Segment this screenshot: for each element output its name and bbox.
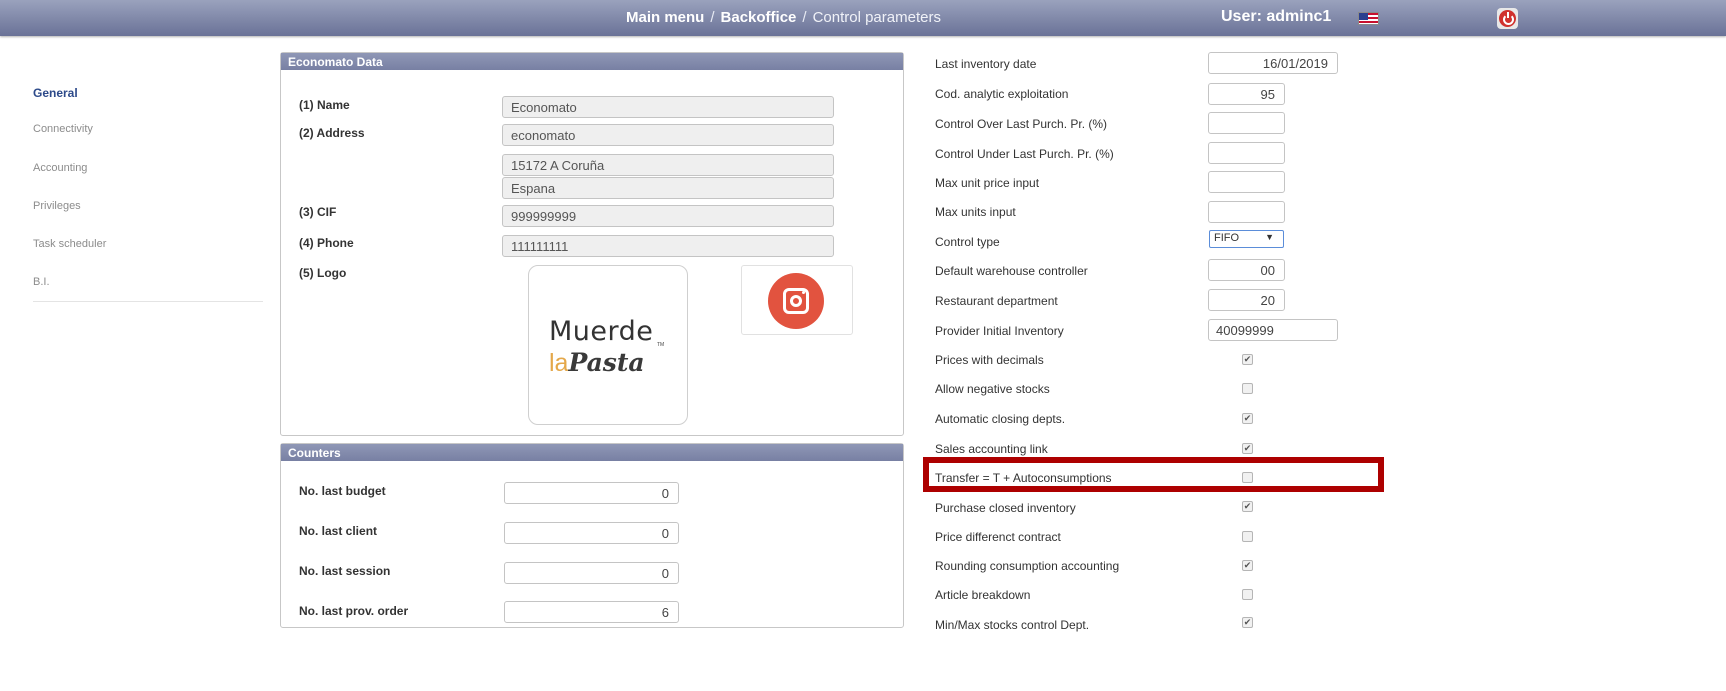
restaurant-department-label: Restaurant department <box>935 294 1058 308</box>
counter-label: No. last prov. order <box>299 604 409 618</box>
economato-panel: Economato Data (1) Name Economato (2) Ad… <box>280 52 904 436</box>
counter-label: No. last session <box>299 564 391 578</box>
automatic-closing-depts-checkbox[interactable]: ✔ <box>1242 413 1253 424</box>
counter-last-client[interactable]: 0 <box>504 522 679 544</box>
economato-panel-title: Economato Data <box>281 53 903 70</box>
control-type-label: Control type <box>935 235 1000 249</box>
logo-text-pasta: Pasta <box>568 348 645 377</box>
control-over-label: Control Over Last Purch. Pr. (%) <box>935 117 1108 131</box>
purchase-closed-inventory-checkbox[interactable]: ✔ <box>1242 501 1253 512</box>
check-label: Min/Max stocks control Dept. <box>935 618 1090 632</box>
counter-last-prov-order[interactable]: 6 <box>504 601 679 623</box>
control-under-input[interactable] <box>1208 142 1285 164</box>
phone-field[interactable]: 111111111 <box>502 235 834 257</box>
user-label: User: adminc1 <box>1221 8 1332 25</box>
provider-initial-inventory-label: Provider Initial Inventory <box>935 324 1064 338</box>
name-field[interactable]: Economato <box>502 96 834 118</box>
cif-label: (3) CIF <box>299 205 337 219</box>
logo-tm: TM <box>657 342 665 348</box>
highlight-box <box>923 457 1384 492</box>
logo-image[interactable]: Muerde laPasta TM <box>528 265 688 425</box>
check-label: Sales accounting link <box>935 442 1048 456</box>
sidebar-item-accounting[interactable]: Accounting <box>33 162 87 174</box>
check-label: Prices with decimals <box>935 353 1044 367</box>
counter-last-budget[interactable]: 0 <box>504 482 679 504</box>
counter-label: No. last budget <box>299 484 386 498</box>
sidebar-divider <box>33 301 263 302</box>
max-units-label: Max units input <box>935 205 1016 219</box>
last-inventory-date-label: Last inventory date <box>935 57 1037 71</box>
instagram-icon <box>768 273 824 329</box>
chevron-down-icon: ▼ <box>1265 232 1274 242</box>
max-units-input[interactable] <box>1208 201 1285 223</box>
control-over-input[interactable] <box>1208 112 1285 134</box>
logo-label: (5) Logo <box>299 266 347 280</box>
check-label: Price differenct contract <box>935 530 1061 544</box>
breadcrumb-current: Control parameters <box>812 9 941 26</box>
counter-last-session[interactable]: 0 <box>504 562 679 584</box>
sidebar-item-task-scheduler[interactable]: Task scheduler <box>33 238 106 250</box>
control-type-select[interactable]: FIFO ▼ <box>1209 230 1284 248</box>
control-type-value: FIFO <box>1214 232 1240 244</box>
name-label: (1) Name <box>299 98 350 112</box>
top-bar: Main menu / Backoffice / Control parameters … <box>0 0 1726 36</box>
restaurant-department-input[interactable]: 20 <box>1208 289 1285 311</box>
counters-panel-title: Counters <box>281 444 903 461</box>
default-warehouse-label: Default warehouse controller <box>935 264 1088 278</box>
address-line-1[interactable]: economato <box>502 124 834 146</box>
max-unit-price-input[interactable] <box>1208 171 1285 193</box>
sales-accounting-link-checkbox[interactable]: ✔ <box>1242 443 1253 454</box>
sidebar-item-privileges[interactable]: Privileges <box>33 200 81 212</box>
last-inventory-date-input[interactable]: 16/01/2019 <box>1208 52 1338 74</box>
address-line-2[interactable]: 15172 A Coruña <box>502 154 834 176</box>
check-label: Automatic closing depts. <box>935 412 1066 426</box>
sidebar-item-connectivity[interactable]: Connectivity <box>33 123 93 135</box>
cif-field[interactable]: 999999999 <box>502 205 834 227</box>
breadcrumb-separator: / <box>710 9 715 26</box>
default-warehouse-input[interactable]: 00 <box>1208 259 1285 281</box>
check-label: Rounding consumption accounting <box>935 559 1120 573</box>
check-label: Purchase closed inventory <box>935 501 1076 515</box>
prices-with-decimals-checkbox[interactable]: ✔ <box>1242 354 1253 365</box>
provider-initial-inventory-input[interactable]: 40099999 <box>1208 319 1338 341</box>
allow-negative-stocks-checkbox[interactable] <box>1242 383 1253 394</box>
counter-label: No. last client <box>299 524 378 538</box>
max-unit-price-label: Max unit price input <box>935 176 1040 190</box>
phone-label: (4) Phone <box>299 236 354 250</box>
breadcrumb-main-menu[interactable]: Main menu <box>626 9 704 26</box>
instagram-logo-box[interactable] <box>741 265 853 335</box>
price-different-contract-checkbox[interactable] <box>1242 531 1253 542</box>
power-icon[interactable] <box>1497 8 1518 29</box>
address-line-3[interactable]: Espana <box>502 177 834 199</box>
cod-analytic-input[interactable]: 95 <box>1208 83 1285 105</box>
address-label: (2) Address <box>299 126 365 140</box>
article-breakdown-checkbox[interactable] <box>1242 589 1253 600</box>
breadcrumb: Main menu / Backoffice / Control parameters <box>626 9 941 26</box>
logo-text-la: la <box>549 349 569 377</box>
counters-panel: Counters No. last budget 0 No. last clie… <box>280 443 904 628</box>
cod-analytic-label: Cod. analytic exploitation <box>935 87 1069 101</box>
sidebar-item-general[interactable]: General <box>33 86 78 100</box>
control-under-label: Control Under Last Purch. Pr. (%) <box>935 147 1114 161</box>
min-max-stocks-checkbox[interactable]: ✔ <box>1242 617 1253 628</box>
rounding-consumption-accounting-checkbox[interactable]: ✔ <box>1242 560 1253 571</box>
sidebar-item-bi[interactable]: B.I. <box>33 276 50 288</box>
check-label: Article breakdown <box>935 588 1031 602</box>
logo-text: Muerde <box>549 316 654 347</box>
breadcrumb-separator: / <box>802 9 807 26</box>
breadcrumb-backoffice[interactable]: Backoffice <box>721 9 797 26</box>
us-flag-icon[interactable] <box>1358 12 1379 25</box>
check-label: Allow negative stocks <box>935 382 1050 396</box>
